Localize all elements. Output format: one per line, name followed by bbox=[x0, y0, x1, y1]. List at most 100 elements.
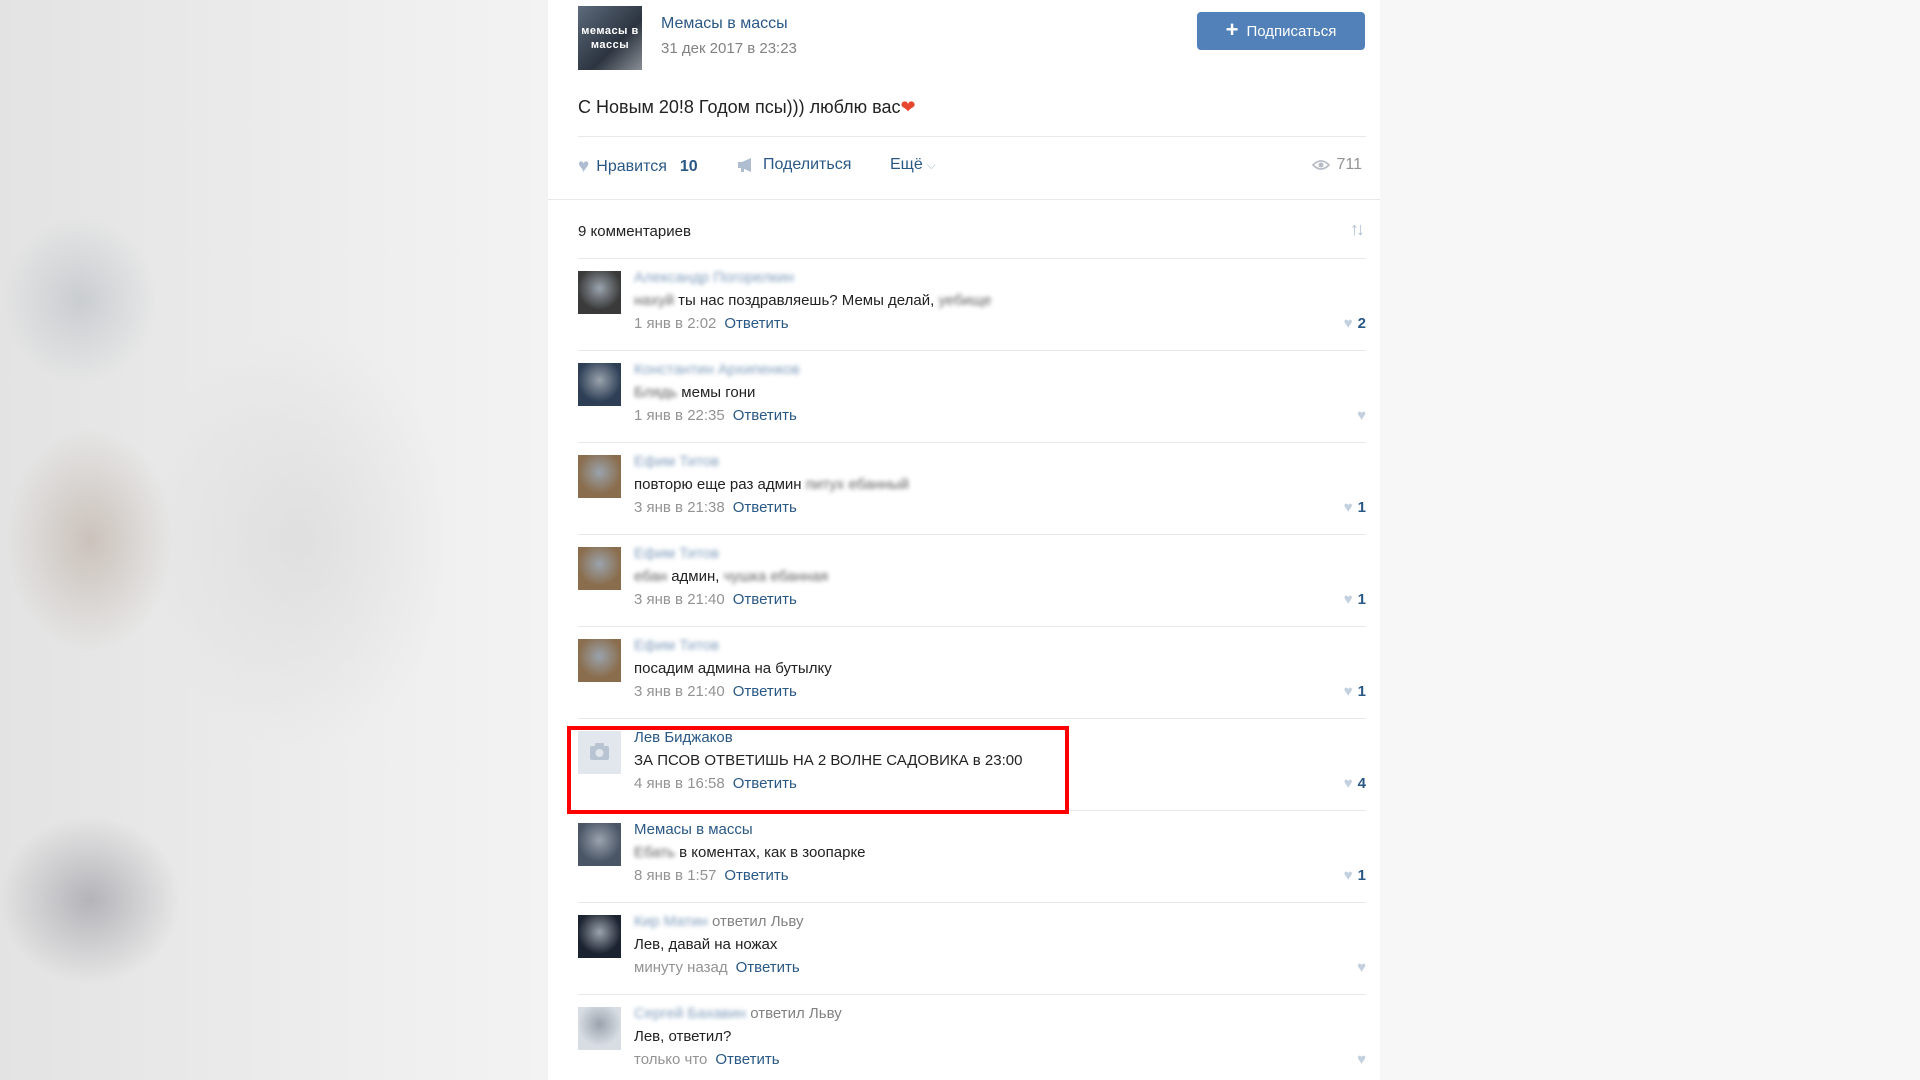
comment-author-name[interactable]: Константин Архипенков bbox=[634, 361, 800, 378]
comment-avatar[interactable] bbox=[578, 1007, 621, 1050]
comment-like-button[interactable]: ♥ 1 bbox=[1344, 499, 1366, 516]
comment-author-name[interactable]: Ефим Титов bbox=[634, 453, 719, 470]
comment-author[interactable]: Ефим Титов bbox=[634, 637, 719, 654]
comment-time[interactable]: 3 янв в 21:40 bbox=[634, 683, 725, 700]
comment-time[interactable]: минуту назад bbox=[634, 959, 728, 976]
comment-text: посадим админа на бутылку bbox=[634, 660, 832, 677]
comment-item: Константин Архипенков Блядь мемы гони 1 ян… bbox=[578, 351, 1366, 443]
comment-meta: 3 янв в 21:40 Ответить bbox=[634, 591, 797, 608]
reply-link[interactable]: Ответить bbox=[733, 683, 797, 700]
comment-avatar[interactable] bbox=[578, 731, 621, 774]
comment-avatar[interactable] bbox=[578, 915, 621, 958]
comment-meta: 8 янв в 1:57 Ответить bbox=[634, 867, 789, 884]
comment-time[interactable]: 1 янв в 2:02 bbox=[634, 315, 716, 332]
comment-like-button[interactable]: ♥ bbox=[1357, 1051, 1366, 1068]
comment-meta: 1 янв в 2:02 Ответить bbox=[634, 315, 789, 332]
comment-like-button[interactable]: ♥ 1 bbox=[1344, 591, 1366, 608]
comment-author[interactable]: Ефим Титов bbox=[634, 453, 719, 470]
subscribe-button[interactable]: + Подписаться bbox=[1197, 12, 1365, 50]
comment-author-name[interactable]: Сергей Бахавин bbox=[634, 1005, 746, 1022]
comment-author[interactable]: Александр Погорелкин bbox=[634, 269, 794, 286]
comment-avatar[interactable] bbox=[578, 363, 621, 406]
reply-link[interactable]: Ответить bbox=[733, 591, 797, 608]
comment-author-name[interactable]: Лев Биджаков bbox=[634, 729, 733, 746]
heart-emoji-icon: ❤ bbox=[900, 97, 916, 117]
comment-author[interactable]: Константин Архипенков bbox=[634, 361, 800, 378]
reply-link[interactable]: Ответить bbox=[733, 499, 797, 516]
comment-text-content: ты нас поздравляешь? Мемы делай, bbox=[674, 292, 939, 309]
heart-icon: ♥ bbox=[1343, 683, 1353, 700]
comment-avatar[interactable] bbox=[578, 639, 621, 682]
like-label: Нравится bbox=[596, 158, 667, 175]
comment-author-name[interactable]: Мемасы в массы bbox=[634, 821, 753, 838]
reply-link[interactable]: Ответить bbox=[724, 867, 788, 884]
comment-author[interactable]: Ефим Титов bbox=[634, 545, 719, 562]
comment-text-content: мемы гони bbox=[677, 384, 756, 401]
share-button[interactable]: Поделиться bbox=[736, 156, 851, 174]
comment-like-button[interactable]: ♥ 4 bbox=[1344, 775, 1366, 792]
comment-text-content: ЗА ПСОВ ОТВЕТИШЬ НА 2 ВОЛНЕ САДОВИКА в 2… bbox=[634, 752, 1023, 769]
comment-text-content: Лев, ответил? bbox=[634, 1028, 732, 1045]
sort-icon[interactable]: ↑↓ bbox=[1350, 219, 1365, 240]
comment-author[interactable]: Сергей Бахавин ответил Льву bbox=[634, 1005, 842, 1022]
views-count: 711 bbox=[1336, 156, 1362, 173]
comment-avatar[interactable] bbox=[578, 547, 621, 590]
group-avatar[interactable]: мемасы в массы bbox=[578, 6, 642, 70]
camera-icon bbox=[590, 743, 609, 760]
comment-time[interactable]: только что bbox=[634, 1051, 707, 1068]
comment-author-name[interactable]: Кир Матин bbox=[634, 913, 708, 930]
comment-text-content: в коментах, как в зоопарке bbox=[674, 844, 866, 861]
post-text-content: С Новым 20!8 Годом псы))) люблю вас bbox=[578, 97, 901, 117]
eye-icon bbox=[1312, 160, 1331, 170]
comment-item: Ефим Титов ебан админ, чушка ебанная 3 янв… bbox=[578, 535, 1366, 627]
comment-like-button[interactable]: ♥ 1 bbox=[1344, 683, 1366, 700]
comment-author[interactable]: Мемасы в массы bbox=[634, 821, 753, 838]
comment-like-button[interactable]: ♥ 2 bbox=[1344, 315, 1366, 332]
reply-link[interactable]: Ответить bbox=[733, 407, 797, 424]
reply-link[interactable]: Ответить bbox=[736, 959, 800, 976]
comment-text: повторю еще раз админ питух ебанный bbox=[634, 476, 909, 493]
like-count: 10 bbox=[679, 158, 698, 175]
comment-time[interactable]: 8 янв в 1:57 bbox=[634, 867, 716, 884]
reply-link[interactable]: Ответить bbox=[733, 775, 797, 792]
comment-text: Лев, ответил? bbox=[634, 1028, 731, 1045]
comment-meta: минуту назад Ответить bbox=[634, 959, 800, 976]
plus-icon: + bbox=[1225, 17, 1239, 42]
comment-meta: 3 янв в 21:40 Ответить bbox=[634, 683, 797, 700]
comment-author[interactable]: Кир Матин ответил Льву bbox=[634, 913, 804, 930]
divider bbox=[578, 136, 1366, 137]
censored-word: Блядь bbox=[634, 384, 678, 401]
comment-avatar[interactable] bbox=[578, 271, 621, 314]
like-button[interactable]: ♥ Нравится 10 bbox=[578, 156, 698, 178]
comment-meta: 3 янв в 21:38 Ответить bbox=[634, 499, 797, 516]
reply-link[interactable]: Ответить bbox=[724, 315, 788, 332]
heart-icon: ♥ bbox=[1343, 591, 1353, 608]
reply-link[interactable]: Ответить bbox=[715, 1051, 779, 1068]
views-counter: 711 bbox=[1312, 156, 1362, 174]
more-button[interactable]: Ещё ⌵ bbox=[890, 156, 936, 174]
comment-like-button[interactable]: ♥ 1 bbox=[1344, 867, 1366, 884]
comment-like-button[interactable]: ♥ bbox=[1357, 407, 1366, 424]
censored-word: уебище bbox=[938, 292, 992, 309]
post-card: мемасы в массы Мемасы в массы 31 дек 201… bbox=[548, 0, 1380, 1080]
comment-time[interactable]: 3 янв в 21:40 bbox=[634, 591, 725, 608]
comments-count-title: 9 комментариев bbox=[578, 223, 691, 240]
post-date[interactable]: 31 дек 2017 в 23:23 bbox=[661, 40, 797, 57]
group-name-link[interactable]: Мемасы в массы bbox=[661, 15, 788, 33]
comment-time[interactable]: 4 янв в 16:58 bbox=[634, 775, 725, 792]
comment-author-name[interactable]: Ефим Титов bbox=[634, 637, 719, 654]
megaphone-icon bbox=[738, 158, 751, 172]
comment-text: нахуй ты нас поздравляешь? Мемы делай, у… bbox=[634, 292, 991, 309]
comment-avatar[interactable] bbox=[578, 455, 621, 498]
comment-time[interactable]: 3 янв в 21:38 bbox=[634, 499, 725, 516]
comment-author[interactable]: Лев Биджаков bbox=[634, 729, 733, 746]
comment-time[interactable]: 1 янв в 22:35 bbox=[634, 407, 725, 424]
subscribe-label: Подписаться bbox=[1246, 22, 1337, 40]
comment-avatar[interactable] bbox=[578, 823, 621, 866]
comment-like-button[interactable]: ♥ bbox=[1357, 959, 1366, 976]
comment-like-count: 1 bbox=[1357, 867, 1366, 884]
share-label: Поделиться bbox=[763, 156, 852, 173]
comment-author-name[interactable]: Александр Погорелкин bbox=[634, 269, 794, 286]
more-label: Ещё bbox=[890, 156, 923, 173]
comment-author-name[interactable]: Ефим Титов bbox=[634, 545, 719, 562]
